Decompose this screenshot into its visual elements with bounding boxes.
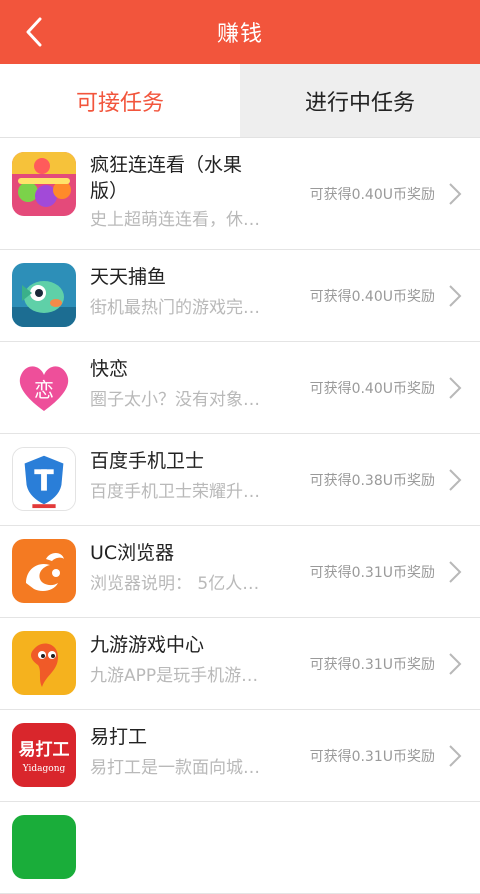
chevron-right-icon — [448, 342, 462, 433]
task-list: 疯狂连连看（水果版） 史上超萌连连看，休… 可获得0.40U币奖励 天天捕鱼 街… — [0, 138, 480, 894]
item-texts: 天天捕鱼 街机最热门的游戏完… — [90, 264, 290, 320]
item-name: 快恋 — [90, 358, 129, 380]
item-description: 圈子太小？没有对象… — [90, 390, 260, 410]
task-tabs: 可接任务 进行中任务 — [0, 64, 480, 138]
list-item[interactable]: 百度手机卫士 百度手机卫士荣耀升… 可获得0.38U币奖励 — [0, 434, 480, 526]
item-description: 街机最热门的游戏完… — [90, 298, 260, 318]
item-reward: 可获得0.38U币奖励 — [309, 472, 435, 489]
item-name: 百度手机卫士 — [90, 450, 205, 472]
love-char-logo: 恋 — [34, 378, 54, 402]
chevron-left-icon — [26, 17, 42, 47]
item-reward: 可获得0.40U币奖励 — [309, 380, 435, 397]
item-reward: 可获得0.40U币奖励 — [309, 186, 435, 203]
chevron-right-icon — [448, 618, 462, 709]
chevron-right-icon — [448, 138, 462, 249]
yidagong-icon: 易打工 Yidagong — [12, 723, 76, 787]
chevron-right-icon — [448, 250, 462, 341]
jiuyou-icon — [12, 631, 76, 695]
page-title: 赚钱 — [216, 22, 263, 47]
uc-squirrel-icon — [12, 539, 76, 603]
app-icon-partial — [12, 815, 76, 879]
yidagong-logo-subtext: Yidagong — [22, 764, 66, 774]
item-name: 九游游戏中心 — [90, 634, 205, 656]
yidagong-logo-text: 易打工 — [19, 739, 70, 760]
list-item[interactable]: 天天捕鱼 街机最热门的游戏完… 可获得0.40U币奖励 — [0, 250, 480, 342]
list-item[interactable]: 九游游戏中心 九游APP是玩手机游… 可获得0.31U币奖励 — [0, 618, 480, 710]
item-description: 易打工是一款面向城… — [90, 758, 260, 778]
item-reward: 可获得0.31U币奖励 — [309, 564, 435, 581]
list-item[interactable]: 恋 快恋 圈子太小？没有对象… 可获得0.40U币奖励 — [0, 342, 480, 434]
list-item[interactable] — [0, 802, 480, 894]
list-item[interactable]: 易打工 Yidagong 易打工 易打工是一款面向城… 可获得0.31U币奖励 — [0, 710, 480, 802]
chevron-right-icon — [448, 710, 462, 801]
item-reward: 可获得0.31U币奖励 — [309, 656, 435, 673]
item-texts: UC浏览器 浏览器说明： 5亿人… — [90, 540, 290, 596]
item-description: 浏览器说明： 5亿人… — [90, 574, 260, 594]
app-header: 赚钱 — [0, 0, 480, 64]
tab-available-tasks[interactable]: 可接任务 — [0, 64, 240, 137]
item-description: 九游APP是玩手机游… — [90, 666, 259, 686]
item-name: 天天捕鱼 — [90, 266, 167, 288]
item-name: UC浏览器 — [90, 542, 175, 564]
list-item[interactable]: UC浏览器 浏览器说明： 5亿人… 可获得0.31U币奖励 — [0, 526, 480, 618]
item-name: 易打工 — [90, 726, 148, 748]
item-name: 疯狂连连看（水果版） — [90, 154, 243, 202]
item-texts: 易打工 易打工是一款面向城… — [90, 724, 290, 780]
shield-icon — [12, 447, 76, 511]
item-description: 百度手机卫士荣耀升… — [90, 482, 260, 502]
item-description: 史上超萌连连看，休… — [90, 210, 260, 230]
item-texts: 九游游戏中心 九游APP是玩手机游… — [90, 632, 290, 688]
back-button[interactable] — [20, 17, 48, 47]
chevron-right-icon — [448, 434, 462, 525]
item-reward: 可获得0.40U币奖励 — [309, 288, 435, 305]
item-reward: 可获得0.31U币奖励 — [309, 748, 435, 765]
item-texts: 快恋 圈子太小？没有对象… — [90, 356, 290, 412]
heart-love-icon: 恋 — [12, 355, 76, 419]
item-texts: 疯狂连连看（水果版） 史上超萌连连看，休… — [90, 152, 290, 232]
chevron-right-icon — [448, 526, 462, 617]
fish-game-icon — [12, 263, 76, 327]
fruit-game-icon — [12, 152, 76, 216]
tab-in-progress-tasks[interactable]: 进行中任务 — [240, 64, 480, 137]
list-item[interactable]: 疯狂连连看（水果版） 史上超萌连连看，休… 可获得0.40U币奖励 — [0, 138, 480, 250]
item-texts: 百度手机卫士 百度手机卫士荣耀升… — [90, 448, 290, 504]
